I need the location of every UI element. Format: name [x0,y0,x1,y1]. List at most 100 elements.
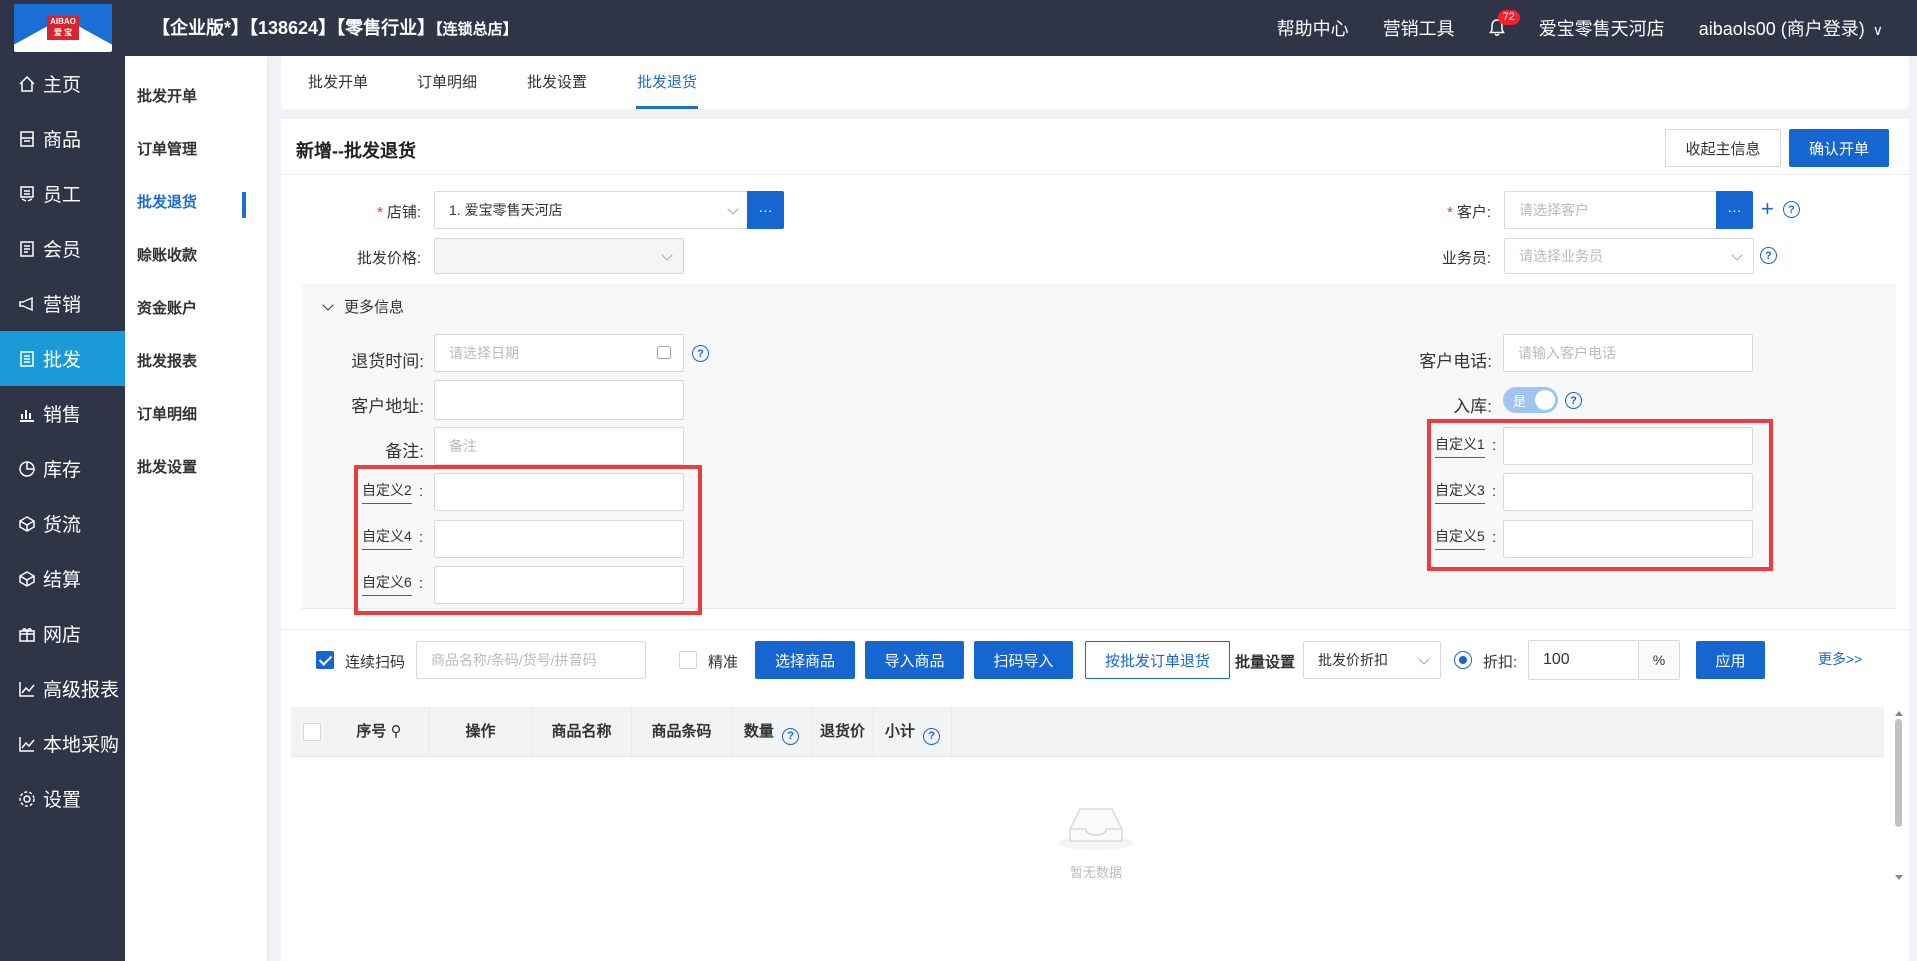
settle-icon [17,569,37,589]
nav-item-settings[interactable]: 设置 [0,771,125,826]
custom4-input[interactable] [434,520,684,558]
logo-text-top: AIBAO [50,17,76,26]
nav-item-inventory[interactable]: 库存 [0,441,125,496]
nav-item-member[interactable]: 会员 [0,221,125,276]
goods-table-header: 序号 ⚲ 操作 商品名称 商品条码 数量 ? 退货价 小计 ? [291,707,1884,757]
exact-match-checkbox[interactable] [679,651,697,669]
scan-import-button[interactable]: 扫码导入 [974,641,1073,679]
submenu-item-order-detail[interactable]: 订单明细 [125,388,267,441]
aibao-logo[interactable]: AIBAO 爱 宝 [14,4,112,52]
marketing-tools-link[interactable]: 营销工具 [1383,15,1455,41]
custom5-input[interactable] [1503,520,1753,558]
nav-label: 营销 [43,295,82,316]
store-more-button[interactable]: ··· [747,191,784,229]
nav-label: 设置 [43,790,82,811]
nav-label: 销售 [43,405,82,426]
more-info-toggle[interactable]: 更多信息 [322,296,404,317]
list-icon [17,349,37,369]
customer-help-icon[interactable]: ? [1783,201,1800,218]
tab-wholesale-settings[interactable]: 批发设置 [527,56,587,109]
customer-phone-input[interactable]: 请输入客户电话 [1503,334,1753,372]
customer-select[interactable]: 请选择客户 [1504,191,1719,229]
select-all-checkbox[interactable] [303,723,321,741]
tab-wholesale-return[interactable]: 批发退货 [623,56,711,109]
page-title: 新增--批发退货 [296,141,416,161]
notification-bell-icon[interactable]: 72 [1488,10,1520,37]
remark-input[interactable]: 备注 [434,427,684,465]
apply-discount-button[interactable]: 应用 [1696,641,1765,679]
toggle-knob [1535,390,1555,410]
return-time-help-icon[interactable]: ? [692,345,709,362]
custom6-input[interactable] [434,566,684,604]
nav-item-staff[interactable]: 员工 [0,166,125,221]
quantity-help-icon[interactable]: ? [782,727,800,745]
stock-in-toggle[interactable]: 是 [1503,387,1558,413]
colon: : [1492,483,1497,500]
batch-option-select[interactable]: 批发价折扣 [1303,641,1441,679]
nav-item-marketing[interactable]: 营销 [0,276,125,331]
submenu-item-wholesale-report[interactable]: 批发报表 [125,335,267,388]
customer-address-textarea[interactable] [434,380,684,420]
user-menu[interactable]: aibaols00 (商户登录) ∨ [1699,15,1883,41]
address-label: 客户地址: [351,397,424,416]
salesman-select[interactable]: 请选择业务员 [1504,238,1754,274]
help-center-link[interactable]: 帮助中心 [1277,15,1349,41]
custom2-input[interactable] [434,473,684,511]
import-goods-button[interactable]: 导入商品 [865,641,964,679]
discount-label: 折扣: [1483,654,1518,671]
tab-order-detail[interactable]: 订单明细 [417,56,477,109]
custom3-input[interactable] [1503,473,1753,511]
nav-label: 库存 [43,460,82,481]
scroll-down-arrow-icon[interactable] [1895,875,1903,880]
nav-item-goods[interactable]: 商品 [0,111,125,166]
scroll-up-arrow-icon[interactable] [1895,711,1903,716]
nav-item-logistics[interactable]: 货流 [0,496,125,551]
add-customer-plus-icon[interactable]: + [1761,198,1774,220]
table-scrollbar[interactable] [1895,719,1902,827]
confirm-order-button[interactable]: 确认开单 [1789,129,1889,167]
submenu-item-fund-account[interactable]: 资金账户 [125,282,267,335]
continuous-scan-checkbox[interactable] [316,651,334,669]
empty-box-icon [1058,808,1134,850]
stock-in-help-icon[interactable]: ? [1565,392,1582,409]
return-by-order-button[interactable]: 按批发订单退货 [1085,641,1230,679]
nav-item-online-store[interactable]: 网店 [0,606,125,661]
nav-item-wholesale[interactable]: 批发 [0,331,125,386]
discount-radio[interactable] [1454,651,1472,669]
nav-item-local-purchase[interactable]: 本地采购 [0,716,125,771]
stock-in-label: 入库: [1453,397,1492,416]
submenu-item-wholesale-order[interactable]: 批发开单 [125,70,267,123]
discount-input[interactable]: 100 [1528,640,1639,680]
submenu-item-wholesale-settings[interactable]: 批发设置 [125,441,267,494]
sub-menu: 批发开单 订单管理 批发退货 赊账收款 资金账户 批发报表 订单明细 批发设置 [125,56,268,961]
col-index[interactable]: 序号 ⚲ [329,707,430,757]
collapse-main-info-button[interactable]: 收起主信息 [1665,129,1781,167]
empty-state: 暂无数据 [1051,799,1141,881]
nav-item-advanced-report[interactable]: 高级报表 [0,661,125,716]
nav-item-sales[interactable]: 销售 [0,386,125,441]
colon: : [1492,529,1497,546]
gear-icon [17,789,37,809]
subtotal-help-icon[interactable]: ? [923,727,941,745]
submenu-item-order-management[interactable]: 订单管理 [125,123,267,176]
wholesale-price-select[interactable] [434,238,684,274]
account-title-main: 【企业版*】【138624】【零售行业】 [152,18,436,38]
store-select[interactable]: 1. 爱宝零售天河店 [434,191,750,229]
customer-more-button[interactable]: ··· [1716,191,1753,229]
store-name[interactable]: 爱宝零售天河店 [1539,15,1665,41]
nav-item-settlement[interactable]: 结算 [0,551,125,606]
trend-icon [17,734,37,754]
custom1-input[interactable] [1503,427,1753,465]
nav-item-home[interactable]: 主页 [0,56,125,111]
tab-wholesale-order[interactable]: 批发开单 [308,56,368,109]
submenu-item-wholesale-return[interactable]: 批发退货 [125,176,267,229]
submenu-item-credit-collection[interactable]: 赊账收款 [125,229,267,282]
goods-search-input[interactable]: 商品名称/条码/货号/拼音码 [416,641,646,679]
select-goods-button[interactable]: 选择商品 [755,641,855,679]
salesman-help-icon[interactable]: ? [1760,247,1777,264]
goods-icon [17,129,37,149]
stock-in-value: 是 [1513,394,1527,409]
return-time-datepicker[interactable]: 请选择日期 [434,334,684,372]
remark-label: 备注: [385,442,424,461]
more-link[interactable]: 更多>> [1818,649,1862,669]
